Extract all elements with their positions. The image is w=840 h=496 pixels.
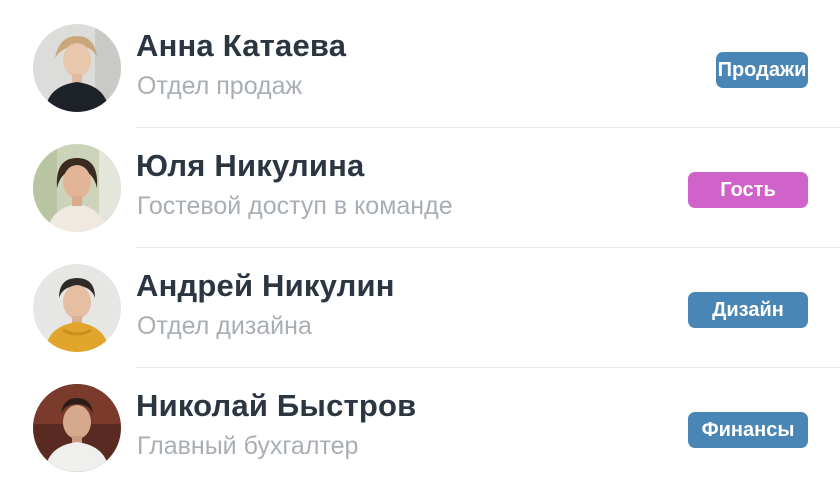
user-department: Главный бухгалтер — [137, 432, 359, 460]
role-tag-sales[interactable]: Продажи — [716, 52, 808, 88]
role-tag-finance[interactable]: Финансы — [688, 412, 808, 448]
user-name: Юля Никулина — [136, 148, 365, 183]
avatar[interactable] — [33, 384, 121, 472]
list-item[interactable]: Анна Катаева Отдел продаж Продажи — [0, 8, 840, 128]
list-item[interactable]: Андрей Никулин Отдел дизайна Дизайн — [0, 248, 840, 368]
user-department: Отдел продаж — [137, 72, 303, 100]
avatar[interactable] — [33, 144, 121, 232]
avatar[interactable] — [33, 264, 121, 352]
list-item[interactable]: Николай Быстров Главный бухгалтер Финанс… — [0, 368, 840, 488]
role-tag-design[interactable]: Дизайн — [688, 292, 808, 328]
avatar[interactable] — [33, 24, 121, 112]
list-item[interactable]: Юля Никулина Гостевой доступ в команде Г… — [0, 128, 840, 248]
role-tag-guest[interactable]: Гость — [688, 172, 808, 208]
user-name: Николай Быстров — [136, 388, 417, 423]
user-department: Отдел дизайна — [137, 312, 312, 340]
user-department: Гостевой доступ в команде — [137, 192, 453, 220]
user-name: Андрей Никулин — [136, 268, 395, 303]
user-name: Анна Катаева — [136, 28, 347, 63]
user-list: Анна Катаева Отдел продаж Продажи Юля Ни… — [0, 0, 840, 496]
